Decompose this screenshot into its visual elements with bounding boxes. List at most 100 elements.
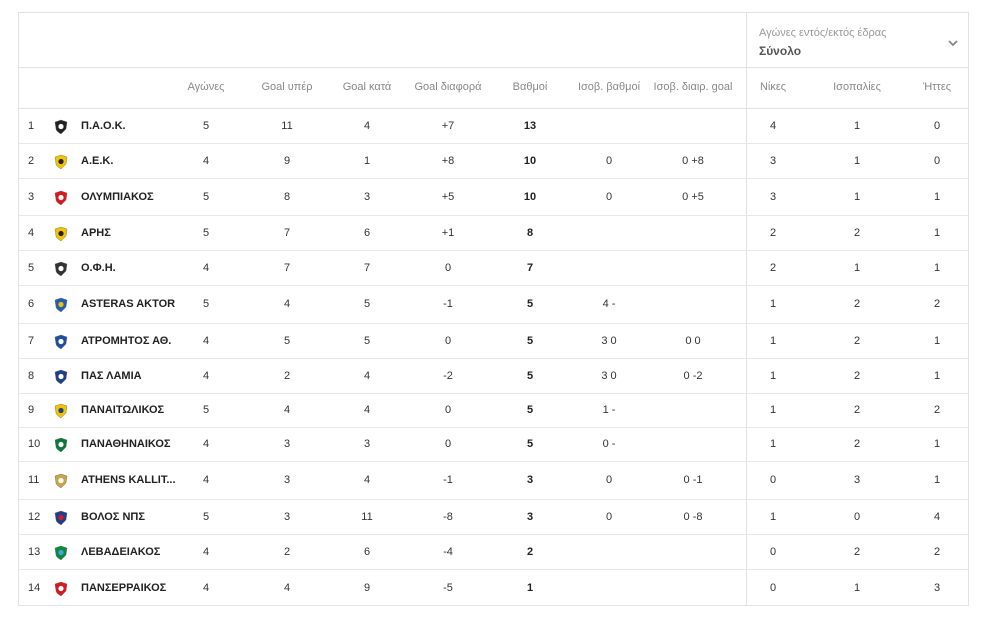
cell-gd: -4 <box>443 546 453 558</box>
cell-pts: 5 <box>526 438 534 450</box>
header-goal-difference[interactable]: Goal διαφορά <box>414 81 481 93</box>
table-row[interactable]: 9 5 4 4 0 5 1 - 1 2 2 ΠΑΝΑΙΤΩΛΙΚΟΣ <box>19 394 968 428</box>
team-name[interactable]: ΠΑΝΣΕΡΡΑΙΚΟΣ <box>81 582 166 594</box>
cell-gf: 3 <box>283 474 291 486</box>
cell-eq-pts: 4 - <box>602 298 616 310</box>
table-row[interactable]: 4 5 7 6 +1 8 2 2 1 ΑΡΗΣ <box>19 216 968 251</box>
table-row[interactable]: 5 4 7 7 0 7 2 1 1 Ο.Φ.Η. <box>19 251 968 286</box>
cell-ga: 7 <box>363 262 371 274</box>
lamia-logo <box>54 369 68 385</box>
levadiakos-logo <box>54 545 68 561</box>
table-row[interactable]: 6 5 4 5 -1 5 4 - 1 2 2 ASTERAS AKTOR <box>19 286 968 324</box>
header-played[interactable]: Αγώνες <box>188 81 225 93</box>
cell-played: 4 <box>202 370 210 382</box>
cell-eq-pts: 0 <box>605 474 613 486</box>
cell-pts: 8 <box>526 227 534 239</box>
cell-gd: -2 <box>443 370 453 382</box>
cell-pts: 10 <box>523 155 537 167</box>
header-tie-goal-diff[interactable]: Ισοβ. διαιρ. goal <box>654 81 733 93</box>
table-row[interactable]: 3 5 8 3 +5 10 0 0 +5 3 1 1 ΟΛΥΜΠΙΑΚΟΣ <box>19 179 968 216</box>
table-row[interactable]: 12 5 3 11 -8 3 0 0 -8 1 0 4 ΒΟΛΟΣ ΝΠΣ <box>19 500 968 535</box>
team-name[interactable]: ASTERAS AKTOR <box>81 298 175 310</box>
cell-gd: -8 <box>443 511 453 523</box>
cell-gf: 5 <box>283 335 291 347</box>
cell-gf: 11 <box>281 120 293 132</box>
cell-gd: +1 <box>441 227 455 239</box>
header-wins[interactable]: Νίκες <box>760 81 786 93</box>
cell-gd: +7 <box>441 120 455 132</box>
header-goals-for[interactable]: Goal υπέρ <box>261 81 312 93</box>
cell-gd: -1 <box>443 474 453 486</box>
table-row[interactable]: 11 4 3 4 -1 3 0 0 -1 0 3 1 ATHENS KALLIT... <box>19 462 968 500</box>
paok-logo <box>54 119 68 135</box>
team-name[interactable]: Π.Α.Ο.Κ. <box>81 120 126 132</box>
header-draws[interactable]: Ισοπαλίες <box>833 81 881 93</box>
table-row[interactable]: 13 4 2 6 -4 2 0 2 2 ΛΕΒΑΔΕΙΑΚΟΣ <box>19 535 968 570</box>
cell-pts: 3 <box>526 474 534 486</box>
cell-eq-gd: 0 -2 <box>683 370 703 382</box>
cell-l: 1 <box>933 474 941 486</box>
cell-pos: 14 <box>28 582 41 594</box>
cell-gd: -5 <box>443 582 453 594</box>
cell-pts: 10 <box>523 191 537 203</box>
team-name[interactable]: ΠΑΣ ΛΑΜΙΑ <box>81 370 142 382</box>
volos-logo <box>54 510 68 526</box>
cell-l: 0 <box>933 120 941 132</box>
cell-w: 1 <box>769 335 777 347</box>
team-name[interactable]: ATHENS KALLIT... <box>81 474 176 486</box>
header-tie-points[interactable]: Ισοβ. βαθμοί <box>578 81 640 93</box>
cell-played: 5 <box>202 191 210 203</box>
cell-pts: 5 <box>526 370 534 382</box>
cell-gf: 8 <box>283 191 291 203</box>
cell-eq-gd: 0 +5 <box>682 191 704 203</box>
team-name[interactable]: ΑΤΡΟΜΗΤΟΣ ΑΘ. <box>81 335 171 347</box>
team-name[interactable]: ΛΕΒΑΔΕΙΑΚΟΣ <box>81 546 160 558</box>
table-row[interactable]: 8 4 2 4 -2 5 3 0 0 -2 1 2 1 ΠΑΣ ΛΑΜΙΑ <box>19 359 968 394</box>
header-points[interactable]: Βαθμοί <box>513 81 548 93</box>
cell-ga: 6 <box>363 227 371 239</box>
cell-l: 2 <box>933 404 941 416</box>
table-row[interactable]: 14 4 4 9 -5 1 0 1 3 ΠΑΝΣΕΡΡΑΙΚΟΣ <box>19 570 968 607</box>
team-name[interactable]: ΑΡΗΣ <box>81 227 111 239</box>
ofi-logo <box>54 261 68 277</box>
cell-ga: 5 <box>363 335 371 347</box>
cell-l: 1 <box>933 227 941 239</box>
cell-d: 2 <box>853 404 861 416</box>
cell-pts: 1 <box>526 582 534 594</box>
home-away-filter-dropdown[interactable]: Αγώνες εντός/εκτός έδρας Σύνολο <box>747 13 969 67</box>
aris-logo <box>54 226 68 242</box>
team-name[interactable]: ΟΛΥΜΠΙΑΚΟΣ <box>81 191 154 203</box>
cell-pos: 5 <box>28 262 35 274</box>
table-row[interactable]: 2 4 9 1 +8 10 0 0 +8 3 1 0 Α.Ε.Κ. <box>19 144 968 179</box>
cell-ga: 4 <box>363 370 371 382</box>
cell-eq-pts: 0 <box>605 191 613 203</box>
cell-pos: 4 <box>28 227 35 239</box>
table-row[interactable]: 7 4 5 5 0 5 3 0 0 0 1 2 1 ΑΤΡΟΜΗΤΟΣ ΑΘ. <box>19 324 968 359</box>
header-goals-against[interactable]: Goal κατά <box>343 81 392 93</box>
cell-played: 4 <box>202 546 210 558</box>
cell-w: 1 <box>769 298 777 310</box>
team-name[interactable]: ΠΑΝΑΘΗΝΑΙΚΟΣ <box>81 438 171 450</box>
table-row[interactable]: 1 5 11 4 +7 13 4 1 0 Π.Α.Ο.Κ. <box>19 109 968 144</box>
cell-pos: 6 <box>28 298 35 310</box>
table-row[interactable]: 10 4 3 3 0 5 0 - 1 2 1 ΠΑΝΑΘΗΝΑΙΚΟΣ <box>19 428 968 462</box>
cell-l: 4 <box>933 511 941 523</box>
cell-pos: 10 <box>28 438 41 450</box>
cell-gf: 4 <box>283 404 291 416</box>
team-name[interactable]: ΠΑΝΑΙΤΩΛΙΚΟΣ <box>81 404 164 416</box>
cell-pts: 5 <box>526 335 534 347</box>
chevron-down-icon <box>948 40 958 47</box>
cell-ga: 4 <box>363 404 371 416</box>
team-name[interactable]: Α.Ε.Κ. <box>81 155 113 167</box>
cell-w: 1 <box>769 511 777 523</box>
header-losses[interactable]: Ήττες <box>923 81 951 93</box>
cell-eq-gd: 0 +8 <box>682 155 704 167</box>
cell-ga: 9 <box>363 582 371 594</box>
cell-eq-gd: 0 -1 <box>683 474 703 486</box>
team-name[interactable]: Ο.Φ.Η. <box>81 262 116 274</box>
cell-pos: 13 <box>28 546 41 558</box>
team-name[interactable]: ΒΟΛΟΣ ΝΠΣ <box>81 511 145 523</box>
cell-eq-pts: 3 0 <box>601 370 617 382</box>
cell-gf: 7 <box>283 262 291 274</box>
cell-pts: 5 <box>526 298 534 310</box>
